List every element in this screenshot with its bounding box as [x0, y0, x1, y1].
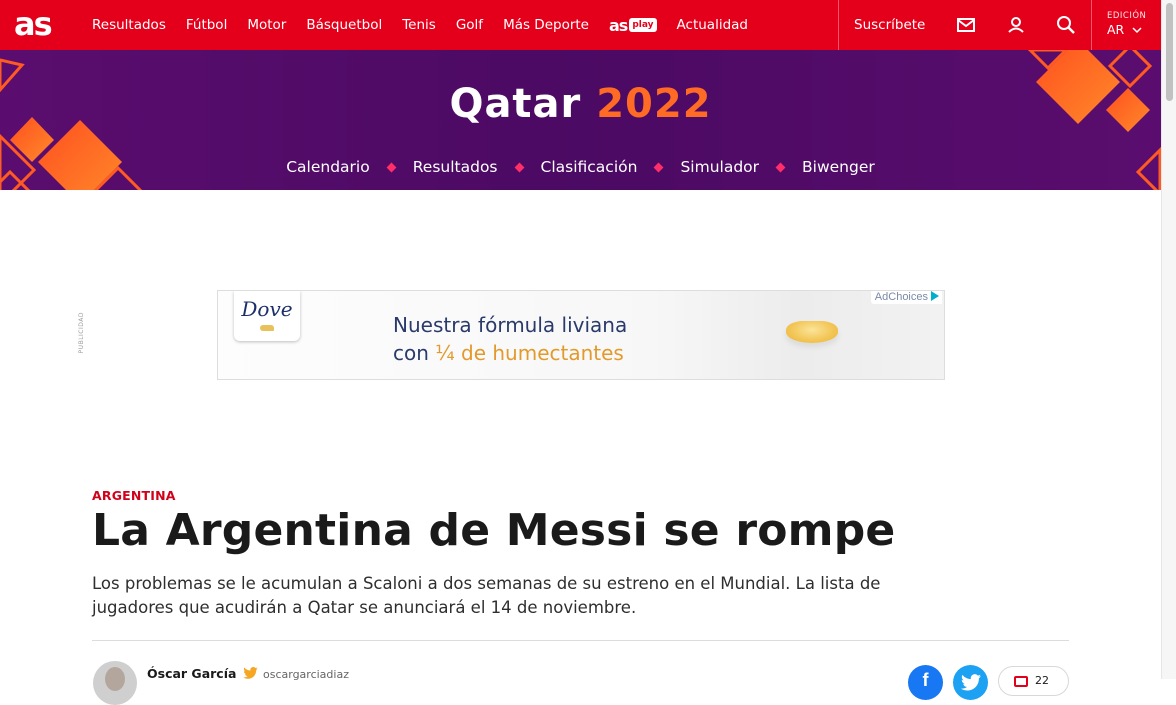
nav-item-basquetbol[interactable]: Básquetbol — [306, 17, 382, 33]
facebook-icon: f — [922, 670, 929, 690]
mail-icon[interactable] — [955, 14, 977, 36]
qatar-nav-resultados[interactable]: Resultados — [413, 158, 498, 176]
nav-item-motor[interactable]: Motor — [247, 17, 286, 33]
as-logo[interactable]: as — [14, 8, 53, 40]
qatar-subnav: Calendario Resultados Clasificación Simu… — [0, 158, 1161, 176]
share-twitter-button[interactable] — [953, 665, 988, 700]
comment-icon — [1014, 676, 1028, 687]
author-avatar[interactable] — [93, 661, 137, 705]
edition-value: AR — [1107, 22, 1146, 37]
qatar-nav-biwenger[interactable]: Biwenger — [802, 158, 875, 176]
twitter-bird-icon — [243, 667, 258, 679]
qatar-nav-simulador[interactable]: Simulador — [680, 158, 759, 176]
divider — [92, 640, 1069, 641]
main-nav: Resultados Fútbol Motor Básquetbol Tenis… — [92, 0, 768, 50]
nav-item-golf[interactable]: Golf — [456, 17, 483, 33]
article-kicker[interactable]: ARGENTINA — [92, 488, 176, 503]
dove-brand-text: Dove — [241, 297, 293, 321]
ad-copy-line1: Nuestra fórmula liviana — [393, 313, 628, 337]
twitter-icon — [961, 674, 981, 691]
adchoices-link[interactable]: AdChoices — [870, 291, 942, 304]
dove-bird-icon — [260, 325, 274, 331]
nav-divider — [1091, 0, 1092, 50]
diamond-separator-icon — [775, 162, 786, 172]
diamond-separator-icon — [514, 162, 524, 172]
comments-button[interactable]: 22 — [998, 666, 1069, 696]
top-navbar: as Resultados Fútbol Motor Básquetbol Te… — [0, 0, 1161, 50]
article-subheadline: Los problemas se le acumulan a Scaloni a… — [92, 574, 881, 617]
nav-item-tenis[interactable]: Tenis — [402, 17, 436, 33]
edition-selector[interactable]: EDICIÓN AR — [1107, 11, 1146, 37]
asplay-badge: play — [629, 18, 657, 32]
ad-copy: Nuestra fórmula liviana con ¼ de humecta… — [393, 311, 627, 367]
butter-image — [786, 321, 838, 343]
dove-logo: Dove — [234, 291, 300, 341]
nav-divider — [838, 0, 839, 50]
diamond-separator-icon — [386, 162, 397, 172]
page-scrollbar[interactable] — [1161, 0, 1176, 679]
nav-item-actualidad[interactable]: Actualidad — [677, 17, 748, 33]
edition-label: EDICIÓN — [1107, 11, 1147, 21]
subscribe-link[interactable]: Suscríbete — [854, 0, 925, 50]
banner-title-year: 2022 — [596, 81, 712, 127]
comment-count: 22 — [1035, 674, 1049, 687]
diamond-separator-icon — [654, 162, 664, 172]
qatar-2022-banner: Qatar 2022 Calendario Resultados Clasifi… — [0, 50, 1161, 190]
user-icon[interactable] — [1005, 14, 1027, 36]
nav-item-resultados[interactable]: Resultados — [92, 17, 166, 33]
ad-highlight: ¼ de humectantes — [435, 341, 624, 365]
article-headline: La Argentina de Messi se rompe — [92, 505, 896, 556]
share-facebook-button[interactable]: f — [908, 665, 943, 700]
adchoices-icon — [931, 291, 939, 301]
ad-label: PUBLICIDAD — [78, 312, 85, 354]
search-icon[interactable] — [1055, 14, 1077, 36]
chevron-down-icon — [1132, 27, 1142, 34]
qatar-nav-calendario[interactable]: Calendario — [286, 158, 370, 176]
ad-copy-line2: con ¼ de humectantes — [393, 341, 624, 365]
scrollbar-thumb[interactable] — [1166, 3, 1173, 101]
nav-item-futbol[interactable]: Fútbol — [186, 17, 227, 33]
nav-item-mas-deporte[interactable]: Más Deporte — [503, 17, 589, 33]
banner-title-word: Qatar — [449, 81, 582, 127]
qatar-nav-clasificacion[interactable]: Clasificación — [541, 158, 638, 176]
asplay-logo-text: as — [609, 15, 628, 35]
banner-title[interactable]: Qatar 2022 — [0, 80, 1161, 128]
asplay-logo[interactable]: as play — [609, 16, 657, 35]
author-twitter-handle[interactable]: oscargarciadiaz — [263, 668, 349, 681]
advertisement-banner[interactable]: Dove Nuestra fórmula liviana con ¼ de hu… — [217, 290, 945, 380]
